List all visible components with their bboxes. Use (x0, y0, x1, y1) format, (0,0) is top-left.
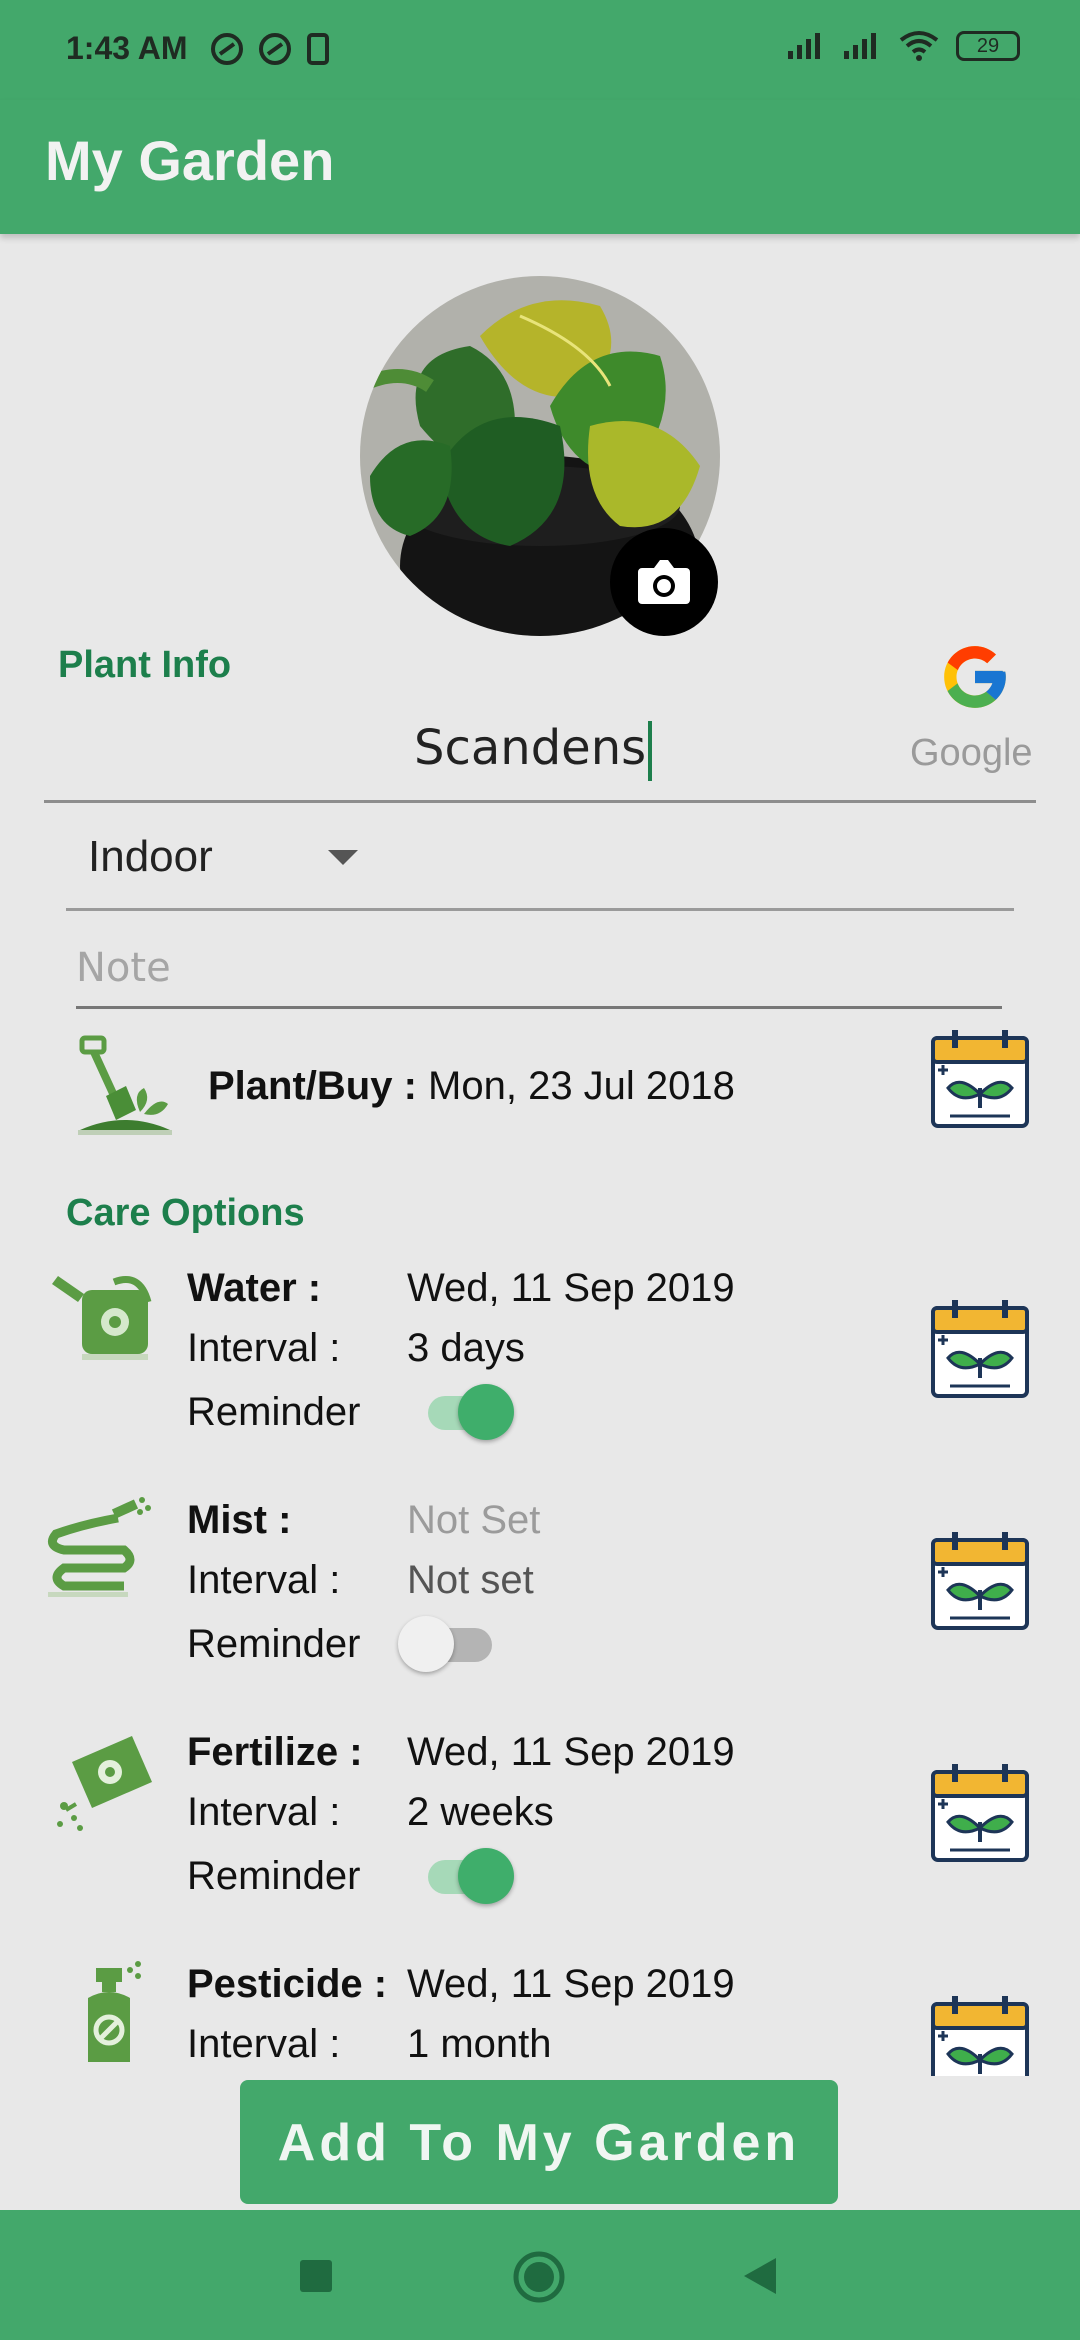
recents-square-icon[interactable] (298, 2258, 334, 2294)
water-name: Water : (187, 1266, 322, 1310)
plant-name-text: Scandens (414, 720, 647, 776)
back-triangle-icon[interactable] (742, 2256, 778, 2296)
signal-icon (788, 33, 820, 59)
fertilize-interval-value: 2 weeks (407, 1790, 554, 1834)
fertilize-interval-label: Interval : (187, 1790, 341, 1834)
camera-button[interactable] (610, 528, 718, 636)
mist-date: Not Set (407, 1498, 541, 1542)
spray-bottle-icon (88, 1961, 141, 2062)
mist-name: Mist : (187, 1498, 292, 1542)
text-cursor (648, 721, 653, 781)
pesticide-name: Pesticide : (187, 1962, 388, 2006)
pesticide-interval-label: Interval : (187, 2022, 341, 2066)
location-selected: Indoor (88, 832, 213, 881)
signal-icon (844, 33, 876, 59)
watering-can-icon (52, 1276, 152, 1360)
status-bar: 1:43 AM 29 (0, 0, 1080, 100)
water-interval-label: Interval : (187, 1326, 341, 1370)
fertilize-date: Wed, 11 Sep 2019 (407, 1730, 735, 1774)
camera-icon (638, 560, 690, 604)
fertilize-reminder-label: Reminder (187, 1854, 361, 1898)
plant-info-heading: Plant Info (58, 644, 232, 686)
battery-icon: 29 (956, 31, 1020, 61)
plant-name-value: Scandens (414, 720, 653, 781)
location-dropdown[interactable]: Indoor (66, 820, 1014, 911)
fertilize-reminder-toggle[interactable] (418, 1846, 514, 1906)
shovel-plant-icon (78, 1035, 172, 1135)
plant-buy-label: Plant/Buy : (208, 1064, 417, 1108)
fertilize-calendar-icon[interactable] (930, 1764, 1030, 1864)
notification-icon (259, 33, 291, 65)
status-time: 1:43 AM (66, 30, 188, 66)
plant-buy-row: Plant/Buy : Mon, 23 Jul 2018 (208, 1064, 735, 1109)
notification-icon (211, 33, 243, 65)
app-title: My Garden (45, 129, 335, 192)
battery-level: 29 (976, 35, 1000, 57)
mist-interval-label: Interval : (187, 1558, 341, 1602)
water-calendar-icon[interactable] (930, 1300, 1030, 1400)
pesticide-interval-value: 1 month (407, 2022, 552, 2066)
mist-reminder-label: Reminder (187, 1622, 361, 1666)
wifi-icon (899, 31, 939, 61)
mist-interval-value: Not set (407, 1558, 534, 1602)
plant-buy-calendar-icon[interactable] (930, 1030, 1030, 1130)
navigation-bar (0, 2210, 1080, 2340)
fertilize-name: Fertilize : (187, 1730, 363, 1774)
status-notification-icons (210, 32, 330, 66)
status-system-icons: 29 (786, 30, 1020, 62)
pesticide-label: Pesticide : (187, 1962, 387, 2007)
water-interval-value: 3 days (407, 1326, 525, 1370)
pesticide-calendar-icon[interactable] (930, 1996, 1030, 2076)
mist-calendar-icon[interactable] (930, 1532, 1030, 1632)
hose-icon (47, 1497, 151, 1597)
care-options-heading: Care Options (66, 1192, 305, 1234)
note-input[interactable] (76, 936, 976, 1000)
water-label: Water : (187, 1266, 321, 1311)
phone-icon (307, 33, 329, 65)
home-circle-icon[interactable] (512, 2250, 566, 2304)
app-bar: My Garden (0, 100, 1080, 234)
mist-reminder-toggle[interactable] (398, 1614, 492, 1674)
pesticide-date: Wed, 11 Sep 2019 (407, 1962, 735, 2006)
fertilize-label: Fertilize : (187, 1730, 363, 1775)
note-field[interactable] (76, 936, 1002, 1009)
fertilizer-bag-icon (57, 1736, 152, 1831)
plant-name-field[interactable]: Scandens (44, 700, 1036, 803)
mist-label: Mist : (187, 1498, 291, 1543)
dropdown-arrow-icon (328, 850, 358, 865)
water-reminder-toggle[interactable] (418, 1382, 514, 1442)
care-item-pesticide: Pesticide : Wed, 11 Sep 2019 Interval : … (0, 1950, 1080, 2076)
water-reminder-label: Reminder (187, 1390, 361, 1434)
plant-buy-date: Mon, 23 Jul 2018 (428, 1064, 735, 1108)
water-date: Wed, 11 Sep 2019 (407, 1266, 735, 1310)
add-to-my-garden-button[interactable]: Add To My Garden (240, 2080, 838, 2204)
